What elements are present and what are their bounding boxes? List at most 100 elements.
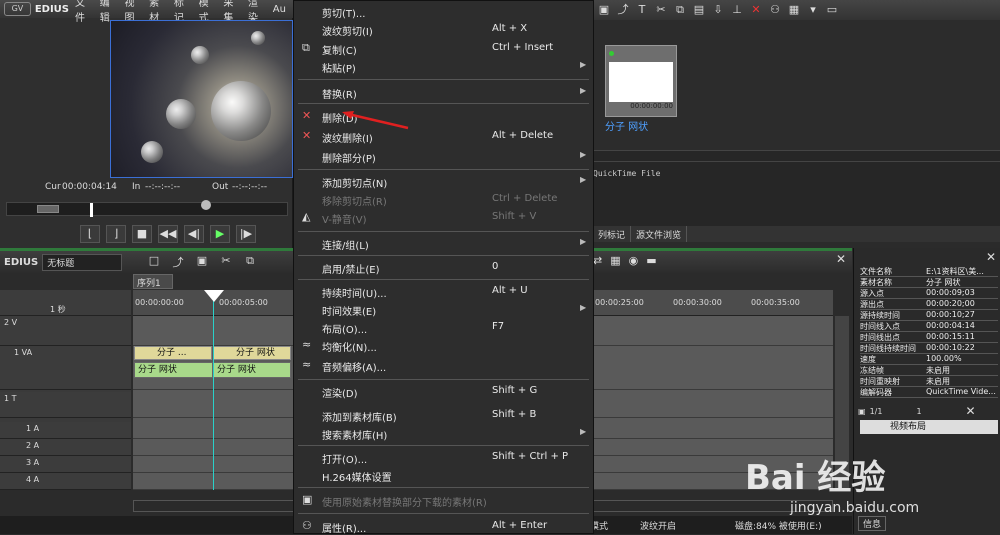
- audio-clip[interactable]: 分子 网状: [213, 362, 291, 378]
- menu-item[interactable]: ≈ 均衡化(N)...: [294, 336, 593, 354]
- menu-audio[interactable]: Au: [273, 4, 286, 15]
- menu-icon: ⚇: [302, 519, 312, 532]
- menu-item[interactable]: 添加到素材库(B) Shift + B: [294, 406, 593, 424]
- menu-item-label: 音频偏移(A)...: [322, 363, 387, 374]
- step-back-button[interactable]: ◀|: [184, 225, 204, 243]
- menu-item[interactable]: 粘贴(P) ▶: [294, 57, 593, 75]
- track-label: 2 V: [4, 318, 18, 327]
- add-to-timeline-icon[interactable]: ⇩: [711, 3, 725, 17]
- clip-name[interactable]: 分子 网状: [605, 118, 648, 133]
- save-icon[interactable]: ▣: [194, 254, 210, 268]
- menu-item-label: 布局(O)...: [322, 325, 368, 336]
- copy-icon[interactable]: ⧉: [673, 3, 687, 17]
- copy-icon[interactable]: ⧉: [242, 254, 258, 268]
- clip-thumbnail[interactable]: 00:00:00:00: [605, 45, 677, 117]
- open-clip-icon[interactable]: ⤴: [616, 3, 630, 17]
- track-row[interactable]: 3 A: [0, 456, 131, 473]
- color-icon[interactable]: ◉: [629, 254, 639, 267]
- status-disk: 磁盘:84% 被使用(E:): [735, 522, 822, 532]
- scale-label[interactable]: 1 秒: [50, 304, 66, 315]
- tab-source-browser[interactable]: 源文件浏览: [631, 226, 688, 242]
- video-clip[interactable]: 分子 ...: [134, 346, 212, 360]
- info-row: 源出点 00:00:20;00: [860, 299, 998, 310]
- menu-item[interactable]: 替换(R) ▶: [294, 83, 593, 101]
- track-row[interactable]: 1 VA: [0, 346, 131, 390]
- track-row[interactable]: 4 A: [0, 473, 131, 490]
- menu-item[interactable]: 启用/禁止(E) 0: [294, 258, 593, 276]
- properties-icon[interactable]: ⚇: [768, 3, 782, 17]
- open-project-icon[interactable]: ⤴: [170, 254, 186, 269]
- menu-item[interactable]: 波纹剪切(I) Alt + X: [294, 20, 593, 38]
- title-icon[interactable]: T: [635, 3, 649, 17]
- menu-item[interactable]: 渲染(D) Shift + G: [294, 382, 593, 400]
- menu-separator: [298, 279, 589, 280]
- mark-out-button[interactable]: ⌋: [106, 225, 126, 243]
- rewind-button[interactable]: ◀◀: [158, 225, 178, 243]
- folder-icon[interactable]: ▣: [597, 3, 611, 17]
- track-label: 3 A: [26, 458, 40, 467]
- timeline-playhead[interactable]: [204, 290, 224, 302]
- track-label: 2 A: [26, 441, 40, 450]
- cut-icon[interactable]: ✂: [654, 3, 668, 17]
- submenu-arrow-icon: ▶: [580, 303, 587, 312]
- video-clip[interactable]: 分子 网状: [213, 346, 291, 360]
- menu-item-shortcut: 0: [492, 261, 499, 272]
- view-mode-icon[interactable]: ▦: [787, 3, 801, 17]
- new-sequence-icon[interactable]: □: [146, 254, 162, 268]
- menu-item-label: 删除部分(P): [322, 154, 376, 165]
- menu-item[interactable]: 添加剪切点(N) ▶: [294, 172, 593, 190]
- mark-in-button[interactable]: ⌊: [80, 225, 100, 243]
- menu-item[interactable]: ≈ 音频偏移(A)...: [294, 356, 593, 374]
- menu-item[interactable]: 搜索素材库(H) ▶: [294, 424, 593, 442]
- menu-icon: ⧉: [302, 41, 310, 54]
- close-icon[interactable]: ✕: [986, 250, 996, 264]
- timeline-toolbar-right: ⇄ ▦ ◉ ▬: [593, 254, 657, 267]
- track-headers: 1 秒 2 V 1 VA 1 T 1 A 2 A 3 A 4 A: [0, 290, 131, 490]
- close-icon[interactable]: ✕: [836, 252, 846, 266]
- menu-item[interactable]: 打开(O)... Shift + Ctrl + P: [294, 448, 593, 466]
- grid-icon[interactable]: ▦: [610, 254, 620, 267]
- menu-item[interactable]: ⧉ 复制(C) Ctrl + Insert: [294, 39, 593, 57]
- track-row[interactable]: 2 A: [0, 439, 131, 456]
- menu-item[interactable]: ⚇ 属性(R)... Alt + Enter: [294, 517, 593, 535]
- menu-item[interactable]: 删除部分(P) ▶: [294, 147, 593, 165]
- track-row[interactable]: 1 A: [0, 422, 131, 439]
- ripple-icon[interactable]: ⇄: [593, 254, 602, 267]
- ruler-tick-label: 00:00:30:00: [673, 298, 722, 307]
- submenu-arrow-icon: ▶: [580, 175, 587, 184]
- step-forward-button[interactable]: |▶: [236, 225, 256, 243]
- insert-icon[interactable]: ⊥: [730, 3, 744, 17]
- menu-item[interactable]: H.264媒体设置: [294, 466, 593, 484]
- play-button[interactable]: ▶: [210, 225, 230, 243]
- scrub-playhead[interactable]: [201, 200, 211, 210]
- paste-icon[interactable]: ▤: [692, 3, 706, 17]
- menu-file[interactable]: 文件: [75, 0, 93, 24]
- layout-list-item[interactable]: 视频布局: [860, 420, 998, 434]
- menu-item[interactable]: 布局(O)... F7: [294, 318, 593, 336]
- project-name: 无标题: [42, 253, 123, 271]
- tab-marker-list[interactable]: 列标记: [593, 226, 632, 242]
- in-label: In: [132, 182, 141, 192]
- scrub-handle[interactable]: [37, 205, 59, 213]
- scrub-bar[interactable]: [6, 200, 288, 217]
- audio-clip[interactable]: 分子 网状: [134, 362, 213, 378]
- track-row[interactable]: 2 V: [0, 316, 131, 346]
- search-bin-icon[interactable]: ▭: [825, 3, 839, 17]
- menu-item-label: 粘贴(P): [322, 64, 356, 75]
- tab-sequence[interactable]: 序列1: [133, 274, 173, 289]
- track-row[interactable]: 1 T: [0, 392, 131, 418]
- menu-item[interactable]: 连接/组(L) ▶: [294, 234, 593, 252]
- watermark-url: jingyan.baidu.com: [790, 500, 920, 516]
- close-icon[interactable]: ✕: [966, 404, 976, 418]
- menu-item[interactable]: 剪切(T)...: [294, 2, 593, 20]
- menu-item-shortcut: Shift + Ctrl + P: [492, 451, 569, 462]
- tab-info[interactable]: 信息: [858, 516, 887, 531]
- cut-icon[interactable]: ✂: [218, 254, 234, 268]
- layout-icon[interactable]: ▬: [646, 254, 656, 267]
- stop-button[interactable]: ■: [132, 225, 152, 243]
- menu-item-shortcut: Alt + X: [492, 23, 528, 34]
- menu-item[interactable]: 时间效果(E) ▶: [294, 300, 593, 318]
- menu-item[interactable]: 持续时间(U)... Alt + U: [294, 282, 593, 300]
- delete-icon[interactable]: ✕: [749, 3, 763, 17]
- chevron-down-icon[interactable]: ▾: [806, 3, 820, 17]
